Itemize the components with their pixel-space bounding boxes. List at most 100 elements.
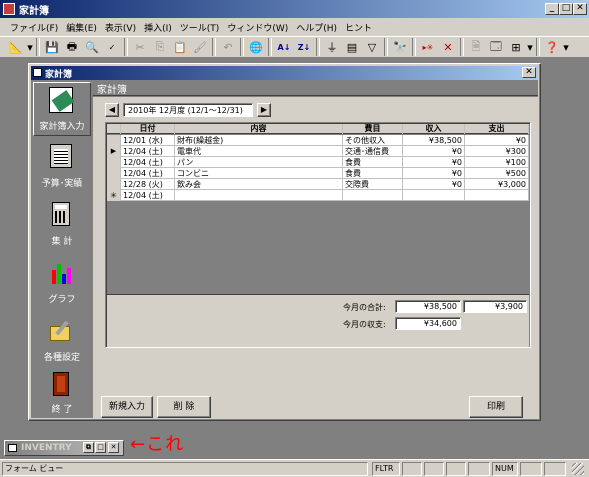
cell-content[interactable]: 財布(繰越金) [175, 135, 343, 146]
form-close-button[interactable]: ✕ [522, 67, 536, 78]
new-object-icon[interactable]: ⊞ [506, 37, 526, 57]
paste-icon[interactable]: 📋 [170, 37, 190, 57]
database-window-icon[interactable]: 🗔 [486, 37, 506, 57]
row-selector[interactable] [107, 179, 121, 190]
table-row[interactable]: 12/04 (土) コンビニ 食費 ¥0 ¥500 [107, 168, 529, 179]
table-row[interactable]: 12/04 (土) パン 食費 ¥0 ¥100 [107, 157, 529, 168]
cell-income[interactable]: ¥0 [403, 157, 465, 168]
cell-date[interactable]: 12/04 (土) [121, 190, 175, 201]
sidebar-item-exit[interactable]: 終 了 [33, 372, 91, 418]
row-selector[interactable] [107, 168, 121, 179]
sidebar-item-budget[interactable]: 予算･実績 [33, 142, 91, 194]
cell-expense[interactable]: ¥500 [465, 168, 529, 179]
save-icon[interactable]: 💾 [42, 37, 62, 57]
delete-button[interactable]: 削 除 [157, 396, 211, 418]
cell-income[interactable]: ¥0 [403, 146, 465, 157]
maximize-button[interactable]: □ [95, 442, 106, 453]
cell-content[interactable]: 飲み会 [175, 179, 343, 190]
dropdown-arrow-icon[interactable]: ▾ [526, 37, 534, 57]
next-month-button[interactable]: ▶ [257, 103, 271, 117]
properties-icon[interactable]: 🗎 [466, 37, 486, 57]
new-record-icon[interactable]: ▸✳ [418, 37, 438, 57]
new-entry-button[interactable]: 新規入力 [101, 396, 153, 418]
cell-expense[interactable] [465, 190, 529, 201]
view-design-icon[interactable]: 📐 [6, 37, 26, 57]
apply-filter-icon[interactable]: ▽ [362, 37, 382, 57]
print-button[interactable]: 印刷 [469, 396, 523, 418]
cell-content[interactable]: 電車代 [175, 146, 343, 157]
cell-content[interactable] [175, 190, 343, 201]
cell-income[interactable] [403, 190, 465, 201]
restore-button[interactable]: ⧉ [83, 442, 94, 453]
prev-month-button[interactable]: ◀ [105, 103, 119, 117]
cell-income[interactable]: ¥0 [403, 168, 465, 179]
sidebar-item-graph[interactable]: グラフ [33, 258, 91, 310]
cell-date[interactable]: 12/28 (火) [121, 179, 175, 190]
minimized-window[interactable]: INVENTRY ⧉ □ ✕ [4, 440, 124, 456]
cell-income[interactable]: ¥0 [403, 179, 465, 190]
cell-expense[interactable]: ¥3,000 [465, 179, 529, 190]
format-painter-icon[interactable]: 🖌 [190, 37, 210, 57]
cell-expense[interactable]: ¥100 [465, 157, 529, 168]
menu-tools[interactable]: ツール(T) [176, 21, 224, 34]
cell-category[interactable]: 交際費 [343, 179, 403, 190]
close-button[interactable]: ✕ [573, 3, 587, 15]
cell-date[interactable]: 12/04 (土) [121, 168, 175, 179]
dropdown-arrow-icon[interactable]: ▾ [562, 37, 570, 57]
cell-category[interactable]: その他収入 [343, 135, 403, 146]
cell-date[interactable]: 12/01 (水) [121, 135, 175, 146]
sidebar-item-settings[interactable]: 各種設定 [33, 316, 91, 368]
cut-icon[interactable]: ✂ [130, 37, 150, 57]
print-preview-icon[interactable]: 🔍 [82, 37, 102, 57]
resize-grip-icon[interactable] [572, 463, 584, 475]
row-selector[interactable] [107, 135, 121, 146]
cell-date[interactable]: 12/04 (土) [121, 157, 175, 168]
delete-record-icon[interactable]: ✕ [438, 37, 458, 57]
spellcheck-icon[interactable]: ✓ [102, 37, 122, 57]
row-selector[interactable] [107, 157, 121, 168]
menu-window[interactable]: ウィンドウ(W) [223, 21, 292, 34]
print-icon[interactable]: 🖶 [62, 37, 82, 57]
menu-view[interactable]: 表示(V) [101, 21, 140, 34]
filter-by-form-icon[interactable]: ▤ [342, 37, 362, 57]
cell-category[interactable]: 食費 [343, 157, 403, 168]
help-icon[interactable]: ❓ [542, 37, 562, 57]
sort-ascending-icon[interactable]: A↓ [274, 37, 294, 57]
dropdown-arrow-icon[interactable]: ▾ [26, 37, 34, 57]
cell-date[interactable]: 12/04 (土) [121, 146, 175, 157]
new-record-marker[interactable]: ✳ [107, 190, 121, 201]
sidebar-item-entry[interactable]: 家計簿入力 [33, 82, 91, 136]
column-header-expense[interactable]: 支出 [465, 124, 529, 134]
cell-category[interactable]: 交通･通信費 [343, 146, 403, 157]
sort-descending-icon[interactable]: Z↓ [294, 37, 314, 57]
cell-category[interactable] [343, 190, 403, 201]
close-button[interactable]: ✕ [108, 442, 119, 453]
sidebar-item-summary[interactable]: 集 計 [33, 200, 91, 252]
maximize-button[interactable]: □ [559, 3, 573, 15]
column-header-category[interactable]: 費目 [343, 124, 403, 134]
menu-insert[interactable]: 挿入(I) [140, 21, 176, 34]
menu-edit[interactable]: 編集(E) [62, 21, 101, 34]
menu-hint[interactable]: ヒント [341, 21, 376, 34]
cell-content[interactable]: コンビニ [175, 168, 343, 179]
table-row[interactable]: ▶ 12/04 (土) 電車代 交通･通信費 ¥0 ¥300 [107, 146, 529, 157]
column-header-income[interactable]: 収入 [403, 124, 465, 134]
table-row[interactable]: 12/28 (火) 飲み会 交際費 ¥0 ¥3,000 [107, 179, 529, 190]
row-selector[interactable]: ▶ [107, 146, 121, 157]
menu-help[interactable]: ヘルプ(H) [292, 21, 341, 34]
new-record-row[interactable]: ✳ 12/04 (土) [107, 190, 529, 201]
hyperlink-icon[interactable]: 🌐 [246, 37, 266, 57]
minimize-button[interactable]: _ [545, 3, 559, 15]
cell-content[interactable]: パン [175, 157, 343, 168]
copy-icon[interactable]: ⎘ [150, 37, 170, 57]
cell-expense[interactable]: ¥0 [465, 135, 529, 146]
menu-file[interactable]: ファイル(F) [6, 21, 62, 34]
table-row[interactable]: 12/01 (水) 財布(繰越金) その他収入 ¥38,500 ¥0 [107, 135, 529, 146]
cell-expense[interactable]: ¥300 [465, 146, 529, 157]
column-header-content[interactable]: 内容 [175, 124, 343, 134]
find-icon[interactable]: 🔭 [390, 37, 410, 57]
column-header-date[interactable]: 日付 [121, 124, 175, 134]
undo-icon[interactable]: ↶ [218, 37, 238, 57]
filter-by-selection-icon[interactable]: ⏚ [322, 37, 342, 57]
cell-income[interactable]: ¥38,500 [403, 135, 465, 146]
